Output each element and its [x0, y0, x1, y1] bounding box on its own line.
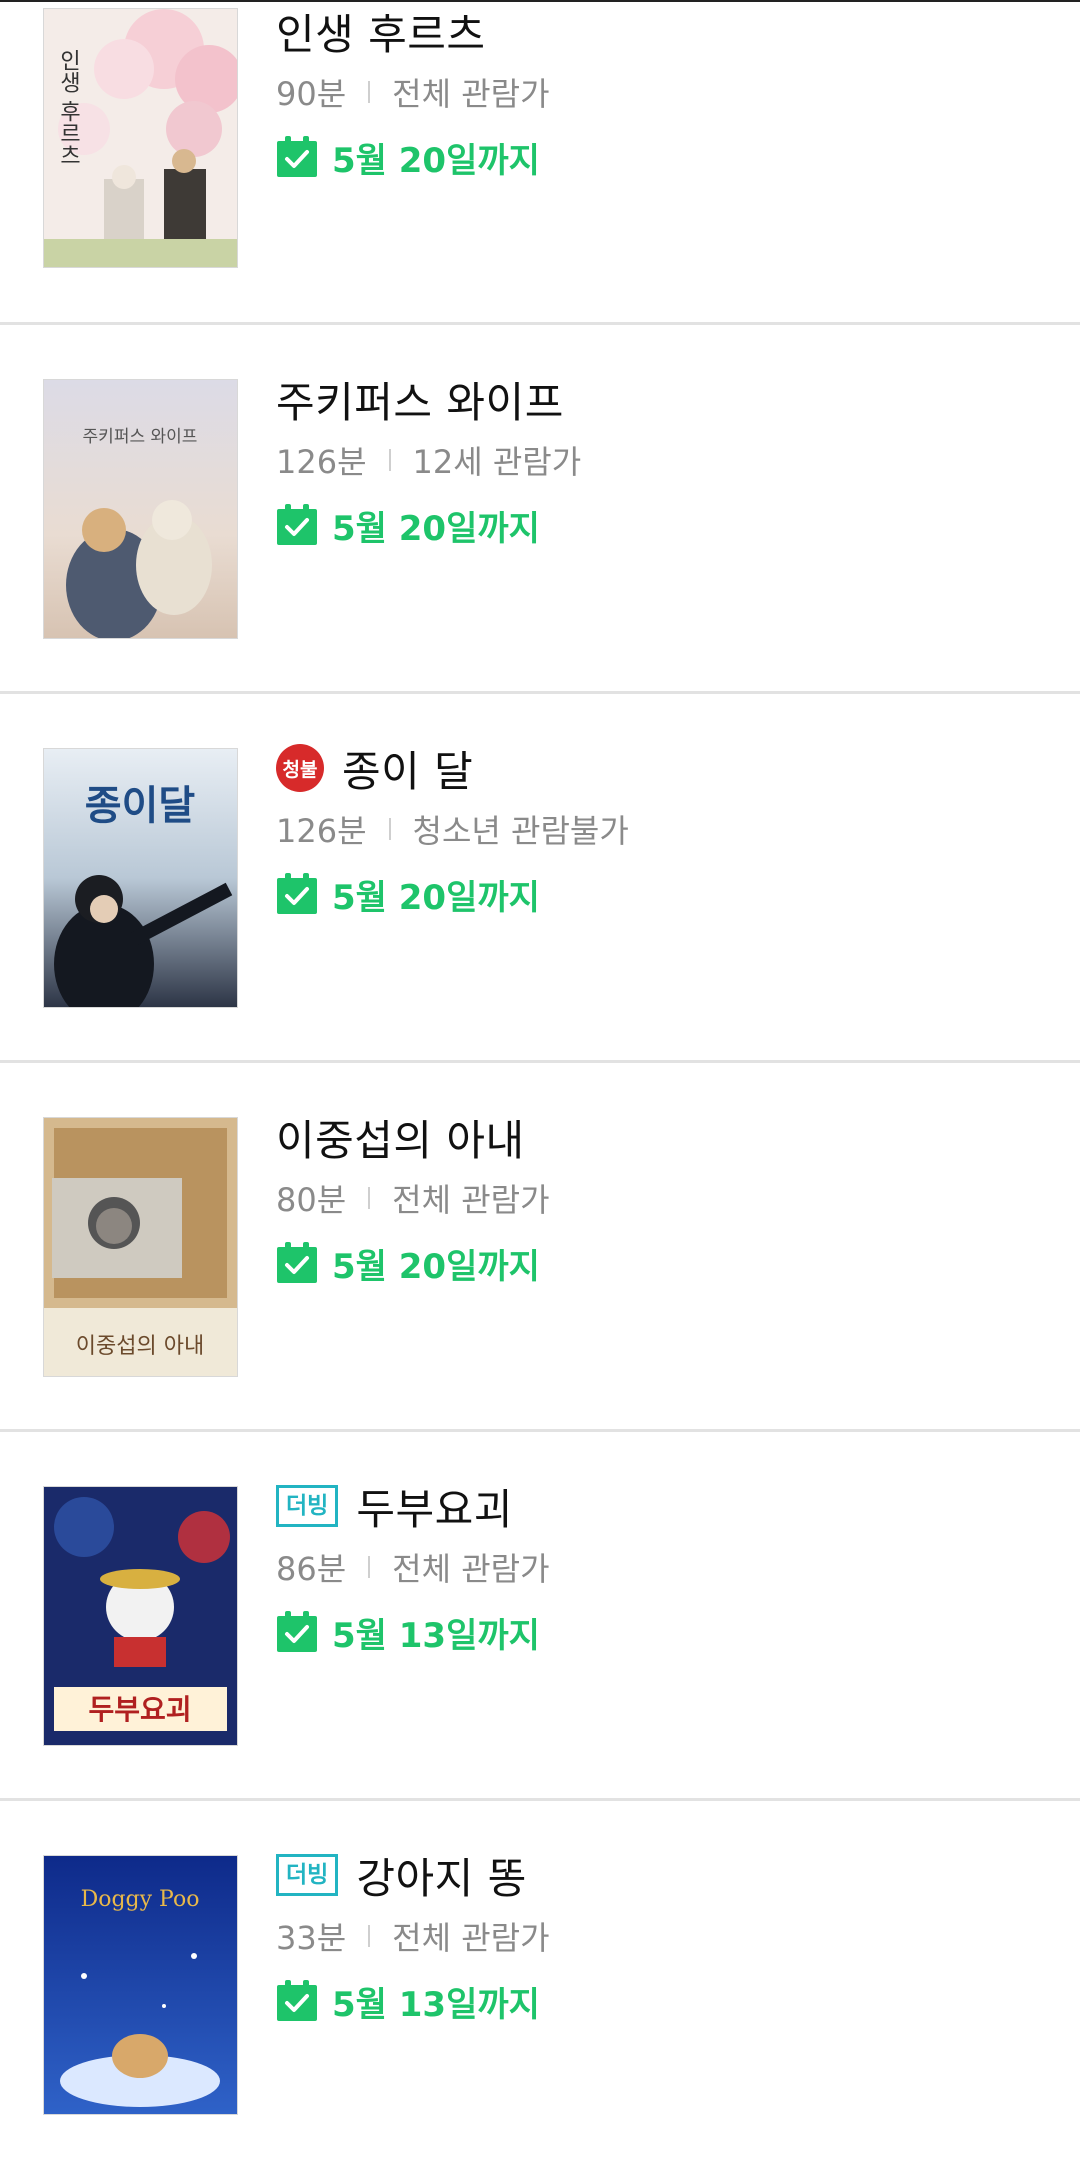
meta-separator	[388, 449, 391, 471]
movie-info: 더빙 강아지 똥 33분 전체 관람가 5월 13일까지	[276, 1845, 1050, 2027]
movie-meta: 86분 전체 관람가	[276, 1542, 1050, 1592]
movie-poster[interactable]: 인생 후르츠	[44, 9, 237, 267]
until-text: 5월 20일까지	[332, 508, 540, 549]
dubbed-badge: 더빙	[276, 1854, 339, 1896]
poster-title-text: Doggy Poo	[81, 1887, 200, 1912]
meta-separator	[368, 1556, 371, 1578]
poster-title-text: 종이달	[85, 782, 196, 829]
poster-title-text: 이중섭의 아내	[76, 1334, 204, 1359]
adult-only-badge: 청불	[276, 744, 324, 792]
movie-info: 이중섭의 아내 80분 전체 관람가 5월 20일까지	[276, 1107, 1050, 1289]
screening-until: 5월 20일까지	[276, 499, 1050, 551]
calendar-check-icon	[277, 136, 317, 177]
runtime-text: 80분	[276, 1181, 347, 1219]
meta-separator	[368, 1187, 371, 1209]
movie-info: 더빙 두부요괴 86분 전체 관람가 5월 13일까지	[276, 1476, 1050, 1658]
list-item[interactable]: 주키퍼스 와이프 주키퍼스 와이프 126분 12세 관람가 5월 20일까지	[0, 325, 1080, 692]
list-item[interactable]: 종이달 청불 종이 달 126분 청소년 관람불가 5월 20일까지	[0, 694, 1080, 1061]
movie-meta: 126분 청소년 관람불가	[276, 804, 1050, 854]
calendar-check-icon	[277, 1242, 317, 1283]
poster-image-1: 인생 후르츠	[44, 9, 237, 267]
list-item[interactable]: 두부요괴 더빙 두부요괴 86분 전체 관람가 5월 13일까지	[0, 1432, 1080, 1799]
meta-separator	[368, 1925, 371, 1947]
movie-title[interactable]: 이중섭의 아내	[276, 1107, 525, 1168]
poster-image-4: 이중섭의 아내	[44, 1118, 237, 1376]
movie-poster[interactable]: 주키퍼스 와이프	[44, 380, 237, 638]
title-row: 청불 종이 달	[276, 738, 1050, 798]
title-row: 이중섭의 아내	[276, 1107, 1050, 1167]
movie-poster[interactable]: 두부요괴	[44, 1487, 237, 1745]
rating-text: 전체 관람가	[392, 1550, 550, 1588]
movie-poster[interactable]: Doggy Poo	[44, 1856, 237, 2114]
meta-separator	[388, 818, 391, 840]
poster-image-6: Doggy Poo	[44, 1856, 237, 2114]
movie-info: 주키퍼스 와이프 126분 12세 관람가 5월 20일까지	[276, 369, 1050, 551]
rating-text: 전체 관람가	[392, 75, 550, 113]
screening-until: 5월 20일까지	[276, 868, 1050, 920]
until-text: 5월 20일까지	[332, 140, 540, 181]
title-row: 주키퍼스 와이프	[276, 369, 1050, 429]
meta-separator	[368, 81, 371, 103]
poster-title-text: 주키퍼스 와이프	[83, 427, 198, 447]
screening-until: 5월 13일까지	[276, 1606, 1050, 1658]
poster-title-text: 인생 후르츠	[56, 49, 81, 166]
runtime-text: 33분	[276, 1919, 347, 1957]
poster-image-3: 종이달	[44, 749, 237, 1007]
movie-meta: 33분 전체 관람가	[276, 1911, 1050, 1961]
movie-title[interactable]: 두부요괴	[356, 1476, 513, 1537]
poster-title-text: 두부요괴	[88, 1693, 191, 1726]
screening-until: 5월 20일까지	[276, 1237, 1050, 1289]
list-item[interactable]: 이중섭의 아내 이중섭의 아내 80분 전체 관람가 5월 20일까지	[0, 1063, 1080, 1430]
calendar-check-icon	[277, 873, 317, 914]
movie-title[interactable]: 강아지 똥	[356, 1845, 526, 1906]
runtime-text: 90분	[276, 75, 347, 113]
screening-until: 5월 13일까지	[276, 1975, 1050, 2027]
screening-until: 5월 20일까지	[276, 131, 1050, 183]
list-item[interactable]: 인생 후르츠 인생 후르츠 90분 전체 관람가 5월 20일까지	[0, 0, 1080, 360]
calendar-check-icon	[277, 1611, 317, 1652]
movie-info: 청불 종이 달 126분 청소년 관람불가 5월 20일까지	[276, 738, 1050, 920]
rating-text: 전체 관람가	[392, 1181, 550, 1219]
list-item[interactable]: Doggy Poo 더빙 강아지 똥 33분 전체 관람가 5월 13일까지	[0, 1801, 1080, 2168]
movie-poster[interactable]: 이중섭의 아내	[44, 1118, 237, 1376]
calendar-check-icon	[277, 1980, 317, 2021]
poster-image-2: 주키퍼스 와이프	[44, 380, 237, 638]
runtime-text: 86분	[276, 1550, 347, 1588]
movie-info: 인생 후르츠 90분 전체 관람가 5월 20일까지	[276, 1, 1050, 183]
rating-text: 12세 관람가	[412, 443, 582, 481]
runtime-text: 126분	[276, 812, 367, 850]
runtime-text: 126분	[276, 443, 367, 481]
title-row: 인생 후르츠	[276, 1, 1050, 61]
rating-text: 청소년 관람불가	[412, 812, 629, 850]
movie-title[interactable]: 주키퍼스 와이프	[276, 369, 564, 430]
title-row: 더빙 두부요괴	[276, 1476, 1050, 1536]
rating-text: 전체 관람가	[392, 1919, 550, 1957]
movie-title[interactable]: 인생 후르츠	[276, 1, 486, 62]
until-text: 5월 13일까지	[332, 1984, 540, 2025]
poster-image-5: 두부요괴	[44, 1487, 237, 1745]
movie-meta: 80분 전체 관람가	[276, 1173, 1050, 1223]
movie-meta: 90분 전체 관람가	[276, 67, 1050, 117]
until-text: 5월 20일까지	[332, 877, 540, 918]
movie-title[interactable]: 종이 달	[342, 738, 473, 799]
calendar-check-icon	[277, 504, 317, 545]
movie-poster[interactable]: 종이달	[44, 749, 237, 1007]
until-text: 5월 13일까지	[332, 1615, 540, 1656]
movie-meta: 126분 12세 관람가	[276, 435, 1050, 485]
dubbed-badge: 더빙	[276, 1485, 339, 1527]
title-row: 더빙 강아지 똥	[276, 1845, 1050, 1905]
until-text: 5월 20일까지	[332, 1246, 540, 1287]
